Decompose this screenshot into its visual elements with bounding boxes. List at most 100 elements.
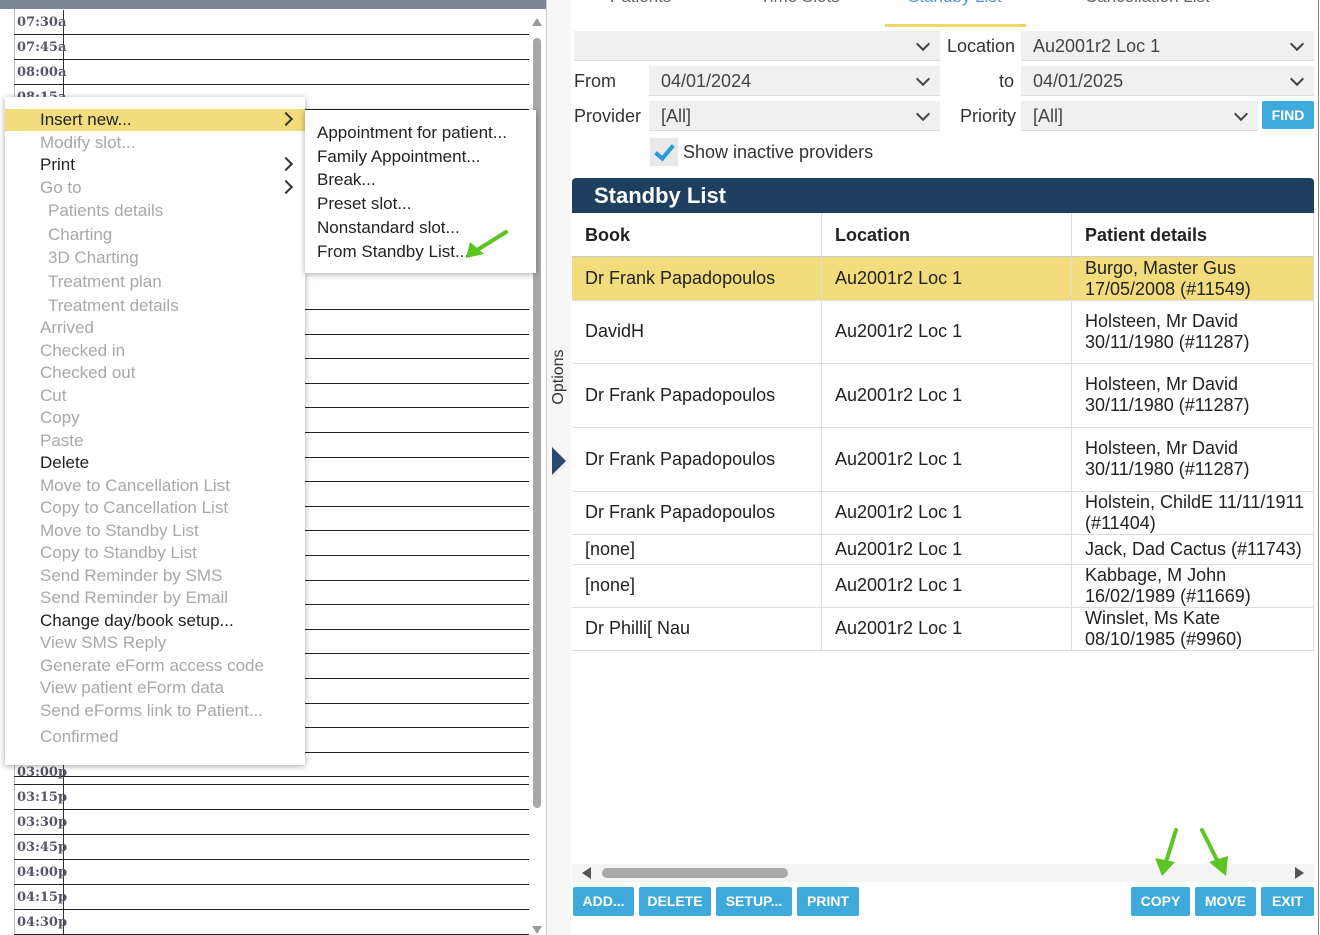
menu-item-confirmed: Confirmed: [5, 726, 305, 748]
cell-location: Au2001r2 Loc 1: [822, 427, 1072, 491]
time-label: 03:45p: [14, 835, 67, 859]
submenu-item-break[interactable]: Break...: [305, 169, 536, 191]
location-select[interactable]: Au2001r2 Loc 1: [1021, 31, 1314, 61]
menu-item-arrived: Arrived: [5, 317, 305, 339]
menu-item-label: Print: [40, 155, 75, 174]
time-label: 03:15p: [14, 785, 67, 809]
table-row[interactable]: Dr Philli[ Nau Au2001r2 Loc 1 Winslet, Ms …: [572, 607, 1314, 651]
priority-value: [All]: [1033, 106, 1064, 126]
scroll-left-icon[interactable]: [582, 867, 591, 879]
table-row[interactable]: Dr Frank Papadopoulos Au2001r2 Loc 1 Holst…: [572, 427, 1314, 492]
time-row[interactable]: 08:00a: [14, 60, 529, 85]
print-button[interactable]: PRINT: [797, 887, 859, 916]
table-row[interactable]: [none] Au2001r2 Loc 1 Jack, Dad Cactus (#1…: [572, 534, 1314, 565]
column-header-location[interactable]: Location: [822, 213, 1072, 257]
menu-item-label: Checked out: [40, 363, 136, 382]
submenu-item-preset-slot[interactable]: Preset slot...: [305, 193, 536, 215]
table-row[interactable]: Dr Frank Papadopoulos Au2001r2 Loc 1 Holst…: [572, 363, 1314, 428]
tab-patients[interactable]: Patients: [610, 0, 671, 14]
menu-item-label: 3D Charting: [48, 248, 139, 267]
menu-item-label: Confirmed: [40, 727, 119, 746]
menu-item-label: Move to Standby List: [40, 521, 199, 540]
delete-button[interactable]: DELETE: [639, 887, 711, 916]
menu-item-label: Copy to Cancellation List: [40, 498, 229, 517]
menu-item-patients-details: Patients details: [5, 200, 305, 222]
menu-item-label: Treatment plan: [48, 272, 162, 291]
to-date-select[interactable]: 04/01/2025: [1021, 66, 1314, 96]
cell-location: Au2001r2 Loc 1: [822, 363, 1072, 427]
menu-item-send-eforms-link-to-patient: Send eForms link to Patient...: [5, 700, 305, 722]
time-row[interactable]: 03:15p: [14, 785, 529, 810]
table-row[interactable]: [none] Au2001r2 Loc 1 Kabbage, M John 16/0…: [572, 564, 1314, 608]
tab-standby-list[interactable]: Standby List: [908, 0, 1002, 14]
exit-button[interactable]: EXIT: [1261, 887, 1314, 916]
time-label: 04:30p: [14, 910, 67, 934]
options-tab[interactable]: Options: [547, 340, 571, 420]
from-date-select[interactable]: 04/01/2024: [649, 66, 940, 96]
menu-item-label: Arrived: [40, 318, 94, 337]
time-row[interactable]: 07:30a: [14, 10, 529, 35]
menu-item-treatment-plan: Treatment plan: [5, 271, 305, 293]
scroll-down-icon[interactable]: [532, 926, 542, 934]
priority-select[interactable]: [All]: [1021, 101, 1258, 131]
menu-item-paste: Paste: [5, 430, 305, 452]
time-row[interactable]: 03:30p: [14, 810, 529, 835]
to-value: 04/01/2025: [1033, 71, 1124, 91]
chevron-right-icon: [278, 111, 294, 127]
submenu-item-family-appointment[interactable]: Family Appointment...: [305, 146, 536, 168]
cell-patient: Holsteen, Mr David 30/11/1980 (#11287): [1072, 300, 1314, 363]
scroll-thumb[interactable]: [602, 868, 788, 878]
column-header-patient-details[interactable]: Patient details: [1072, 213, 1314, 257]
cell-patient: Jack, Dad Cactus (#11743): [1072, 534, 1314, 564]
from-label: From: [574, 71, 616, 91]
cell-location: Au2001r2 Loc 1: [822, 257, 1072, 300]
add-button[interactable]: ADD...: [573, 887, 634, 916]
table-row[interactable]: Dr Frank Papadopoulos Au2001r2 Loc 1 Holst…: [572, 491, 1314, 535]
menu-item-cut: Cut: [5, 385, 305, 407]
menu-item-label: Insert new...: [40, 110, 132, 129]
table-row[interactable]: DavidH Au2001r2 Loc 1 Holsteen, Mr David 3…: [572, 300, 1314, 364]
menu-item-print[interactable]: Print: [5, 154, 305, 176]
find-button[interactable]: FIND: [1262, 101, 1314, 129]
provider-select[interactable]: [All]: [649, 101, 940, 131]
menu-item-label: Paste: [40, 431, 84, 450]
scroll-right-icon[interactable]: [1295, 867, 1304, 879]
copy-button[interactable]: COPY: [1131, 887, 1190, 916]
menu-item-label: Copy to Standby List: [40, 543, 197, 562]
scroll-up-icon[interactable]: [532, 18, 542, 26]
cell-location: Au2001r2 Loc 1: [822, 491, 1072, 534]
cell-patient: Holsteen, Mr David 30/11/1980 (#11287): [1072, 363, 1314, 427]
menu-item-copy-to-standby-list: Copy to Standby List: [5, 542, 305, 564]
tab-cancellation-list[interactable]: Cancellation List: [1085, 0, 1210, 14]
show-inactive-checkbox[interactable]: [650, 138, 678, 166]
menu-item-copy-to-cancellation-list: Copy to Cancellation List: [5, 497, 305, 519]
from-value: 04/01/2024: [661, 71, 752, 91]
table-row[interactable]: Dr Frank Papadopoulos Au2001r2 Loc 1 Burgo…: [572, 257, 1314, 301]
menu-item-label: Charting: [48, 225, 113, 244]
cell-book: [none]: [572, 564, 822, 607]
submenu-item-appointment-for-patient[interactable]: Appointment for patient...: [305, 122, 536, 144]
move-button[interactable]: MOVE: [1195, 887, 1256, 916]
cell-book: [none]: [572, 534, 822, 564]
time-row[interactable]: 07:45a: [14, 35, 529, 60]
menu-item-label: Cut: [40, 386, 67, 405]
time-label: 07:45a: [14, 35, 66, 59]
time-label: 04:15p: [14, 885, 67, 909]
time-row[interactable]: 04:15p: [14, 885, 529, 910]
setup-button[interactable]: SETUP...: [716, 887, 792, 916]
menu-item-label: Modify slot...: [40, 133, 136, 152]
menu-item-change-day-book-setup[interactable]: Change day/book setup...: [5, 610, 305, 632]
time-row[interactable]: 04:30p: [14, 910, 529, 935]
menu-item-label: Copy: [40, 408, 80, 427]
menu-item-insert-new[interactable]: Insert new...: [5, 109, 305, 131]
top-select[interactable]: [574, 31, 940, 61]
expand-arrow-icon[interactable]: [552, 447, 566, 475]
time-row[interactable]: 04:00p: [14, 860, 529, 885]
tab-time-slots[interactable]: Time Slots: [760, 0, 840, 14]
cell-location: Au2001r2 Loc 1: [822, 534, 1072, 564]
chevron-down-icon: [915, 71, 931, 87]
column-header-book[interactable]: Book: [572, 213, 822, 257]
menu-item-delete[interactable]: Delete: [5, 452, 305, 474]
menu-item-label: View patient eForm data: [40, 678, 224, 697]
time-row[interactable]: 03:45p: [14, 835, 529, 860]
